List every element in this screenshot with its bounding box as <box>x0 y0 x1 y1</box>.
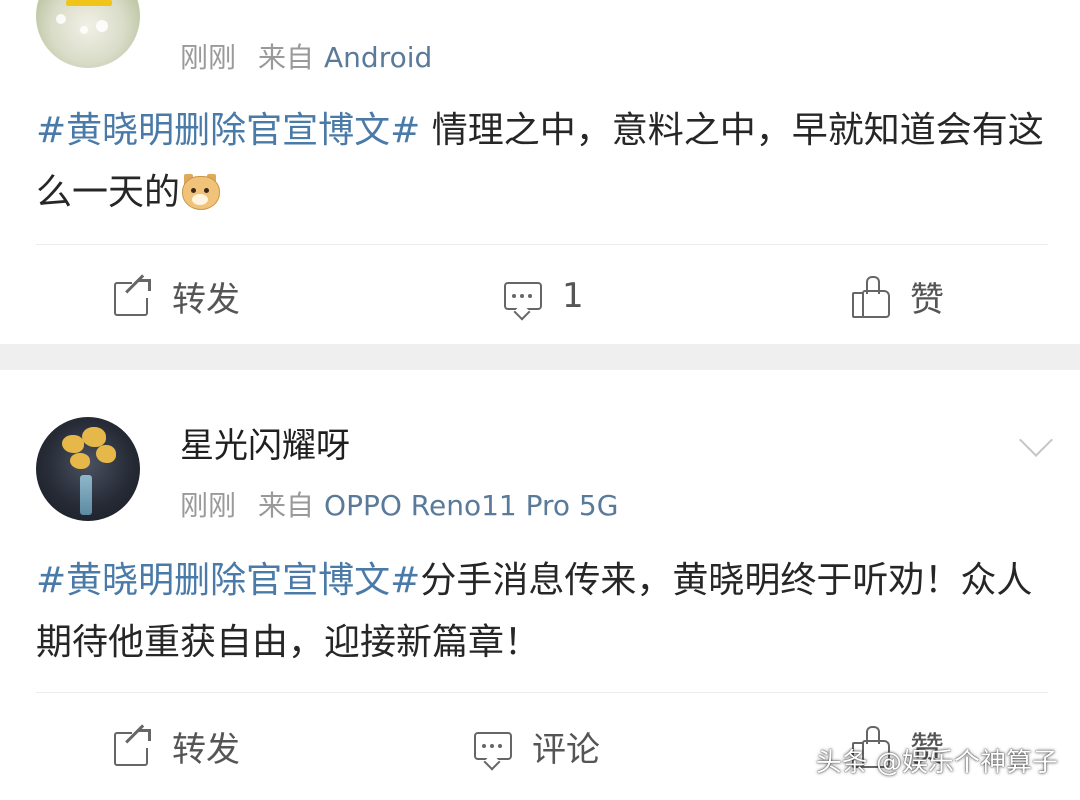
device-name: OPPO Reno11 Pro 5G <box>324 489 619 522</box>
like-label: 赞 <box>910 279 944 320</box>
avatar-decoration <box>62 435 84 453</box>
comment-count: 1 <box>562 276 584 316</box>
feed-separator <box>0 344 1080 370</box>
watermark: 头条 @娱乐个神算子 <box>815 748 1058 778</box>
avatar-decoration <box>96 445 116 463</box>
topic-link[interactable]: #黄晓明删除官宣博文# <box>36 560 420 601</box>
avatar-decoration <box>56 14 66 24</box>
action-bar: 转发 1 赞 <box>0 266 1080 326</box>
comment-button[interactable]: 1 <box>502 266 584 326</box>
topic-link[interactable]: #黄晓明删除官宣博文# <box>36 110 420 151</box>
share-button[interactable]: 转发 <box>112 266 240 326</box>
avatar-decoration <box>80 475 92 515</box>
post-content: #黄晓明删除官宣博文# 情理之中，意料之中，早就知道会有这么一天的 <box>36 100 1046 224</box>
post-time: 刚刚 <box>180 41 237 74</box>
share-button[interactable]: 转发 <box>112 716 240 776</box>
avatar-decoration <box>66 0 112 6</box>
comment-icon <box>502 276 542 321</box>
share-label: 转发 <box>172 279 240 320</box>
user-avatar[interactable] <box>36 417 140 521</box>
avatar-decoration <box>96 20 108 32</box>
avatar-decoration <box>70 453 90 469</box>
share-label: 转发 <box>172 729 240 770</box>
chevron-down-icon[interactable] <box>1019 423 1053 457</box>
share-icon <box>112 274 152 316</box>
comment-button[interactable]: 评论 <box>472 716 600 776</box>
avatar-decoration <box>80 26 88 34</box>
comment-icon <box>472 726 512 771</box>
avatar-decoration <box>82 427 106 447</box>
source-label: 来自 <box>258 41 315 74</box>
divider <box>36 244 1048 245</box>
source-label: 来自 <box>258 489 315 522</box>
like-button[interactable]: 赞 <box>850 266 944 326</box>
doge-emoji-icon <box>182 174 221 210</box>
post-meta: 刚刚 来自 OPPO Reno11 Pro 5G <box>180 484 618 524</box>
thumbs-up-icon <box>850 276 890 318</box>
username[interactable]: 星光闪耀呀 <box>180 418 350 467</box>
divider <box>36 692 1048 693</box>
post-card: 星光闪耀呀 刚刚 来自 OPPO Reno11 Pro 5G #黄晓明删除官宣博文#… <box>0 370 1080 800</box>
post-time: 刚刚 <box>180 489 237 522</box>
comment-label: 评论 <box>532 729 600 770</box>
share-icon <box>112 724 152 766</box>
device-name: Android <box>324 41 433 74</box>
user-avatar[interactable] <box>36 0 140 68</box>
post-meta: 刚刚 来自 Android <box>180 36 432 76</box>
post-content: #黄晓明删除官宣博文#分手消息传来，黄晓明终于听劝！众人期待他重获自由，迎接新篇… <box>36 550 1046 674</box>
post-card: 刚刚 来自 Android #黄晓明删除官宣博文# 情理之中，意料之中，早就知道会有… <box>0 0 1080 344</box>
